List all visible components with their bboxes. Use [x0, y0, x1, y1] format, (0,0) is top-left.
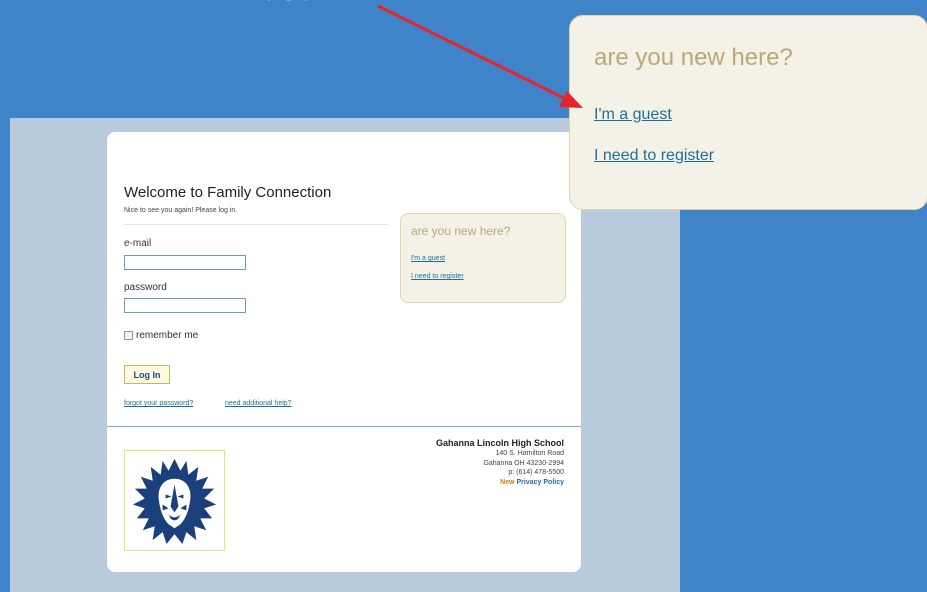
- red-arrow-annotation: [377, 4, 583, 108]
